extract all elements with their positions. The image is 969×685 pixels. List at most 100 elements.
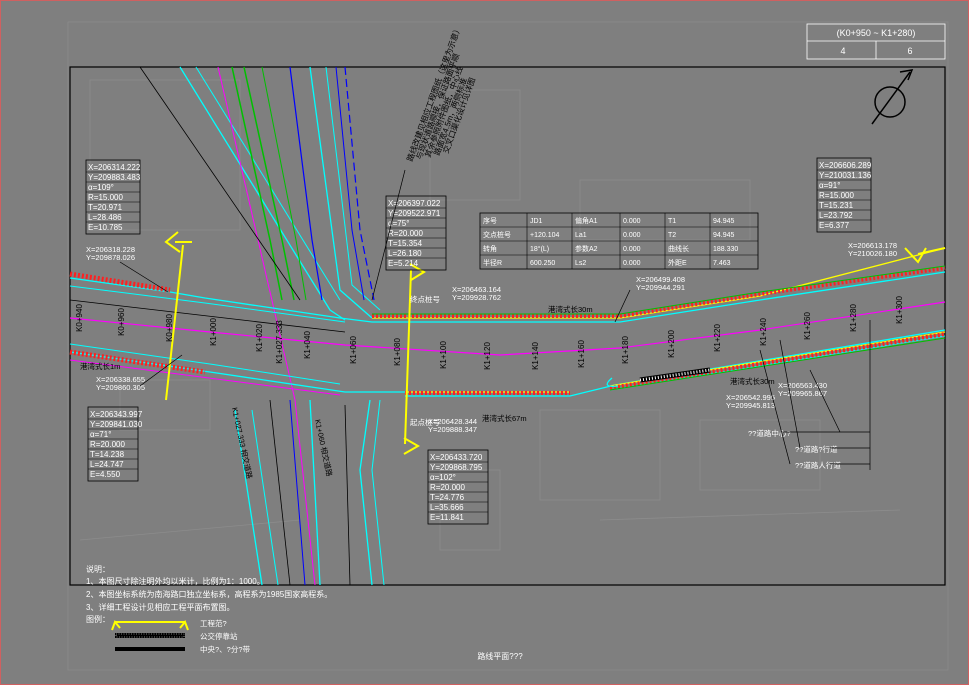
end-label: 终点桩号 bbox=[410, 294, 440, 304]
start-label: 起点桩号 bbox=[410, 417, 440, 427]
bus-bay-1-label: 港湾式长30m bbox=[548, 304, 593, 314]
north-arrow-icon bbox=[871, 69, 914, 125]
station-label: K1+240 bbox=[759, 318, 768, 346]
callout-line: E=5.214 bbox=[388, 259, 419, 268]
station-label: K0+960 bbox=[117, 308, 126, 336]
point-coordinate: Y=209944.291 bbox=[636, 283, 685, 292]
sheet-total: 6 bbox=[907, 46, 912, 56]
road-left-label: K1+027.333 相交道路 bbox=[230, 406, 255, 480]
point-coordinate: Y=209860.305 bbox=[96, 383, 145, 392]
table-cell: 18°(L) bbox=[530, 245, 549, 253]
table-cell: 7.463 bbox=[713, 260, 731, 267]
leader-lines bbox=[119, 169, 871, 470]
table-cell: La1 bbox=[575, 232, 587, 239]
leader-2: ??道路?行道 bbox=[795, 444, 838, 454]
table-cell: 0.000 bbox=[623, 246, 641, 253]
station-label: K0+940 bbox=[75, 304, 84, 332]
station-label: K1+180 bbox=[621, 336, 630, 364]
callout-line: T=24.776 bbox=[430, 493, 465, 502]
bus-bay-3-label: 港湾式长67m bbox=[482, 413, 527, 423]
title-block: (K0+950 ~ K1+280) 4 6 bbox=[806, 23, 946, 60]
station-label: K0+980 bbox=[165, 314, 174, 342]
station-label: K1+120 bbox=[483, 342, 492, 370]
callout-line: T=15.231 bbox=[819, 201, 854, 210]
cad-drawing: (K0+950 ~ K1+280) 4 6 K0+940 K0+960 K0+9… bbox=[0, 0, 969, 685]
callout-line: Y=209868.795 bbox=[430, 463, 483, 472]
main-road bbox=[69, 247, 946, 397]
callout-line: X=206314.222 bbox=[88, 163, 141, 172]
legend-item-2: 公交停靠站 bbox=[200, 631, 238, 641]
callout-line: Y=209841.030 bbox=[90, 420, 143, 429]
table-cell: 半径R bbox=[483, 258, 502, 267]
table-cell: 序号 bbox=[483, 216, 497, 225]
table-cell: 94.945 bbox=[713, 232, 735, 239]
callout-line: X=206433.720 bbox=[430, 453, 483, 462]
note-1: 1、本图尺寸除注明外均以米计，比例为1：1000。 bbox=[86, 576, 265, 586]
table-cell: T1 bbox=[668, 218, 676, 225]
point-coordinate: Y=209945.813 bbox=[726, 401, 775, 410]
station-label: K1+200 bbox=[667, 330, 676, 358]
road-right-label: K1+060 相交道路 bbox=[313, 418, 335, 477]
table-cell: 交点桩号 bbox=[483, 230, 511, 239]
table-cell: 外距E bbox=[668, 258, 687, 267]
paper-frame bbox=[67, 21, 949, 671]
point-coordinate: Y=210026.180 bbox=[848, 249, 897, 258]
vertical-note: 路线改建见相应工程图纸（这里为示意）与现状道路顺接，保证路面平顺其余参照附件图纸… bbox=[404, 24, 477, 163]
table-cell: 0.000 bbox=[623, 218, 641, 225]
leader-1: ??道路中心? bbox=[748, 428, 791, 438]
callout-line: X=206343.997 bbox=[90, 410, 143, 419]
point-coordinate: Y=209878.026 bbox=[86, 253, 135, 262]
callout-line: T=20.971 bbox=[88, 203, 123, 212]
table-cell: 0.000 bbox=[623, 232, 641, 239]
legend: 图例： 工程范? 公交停靠站 中央?、?分?带 bbox=[86, 614, 251, 654]
curve-table: 序号 JD1 偏角A1 0.000 T1 94.945 交点桩号 +120.104 La1 0.0… bbox=[479, 212, 759, 270]
point-coordinate: Y=209928.762 bbox=[452, 293, 501, 302]
station-range: (K0+950 ~ K1+280) bbox=[837, 28, 916, 38]
legend-heading: 图例： bbox=[86, 614, 110, 624]
callout-line: Y=209883.483 bbox=[88, 173, 141, 182]
station-label: K1+000 bbox=[209, 318, 218, 346]
station-label: K1+080 bbox=[393, 338, 402, 366]
callout-line: R=15.000 bbox=[819, 191, 854, 200]
ramp-1-label: 港湾式长1m bbox=[80, 361, 120, 371]
table-cell: 参数A2 bbox=[575, 244, 598, 253]
table-cell: +120.104 bbox=[530, 232, 559, 239]
callout-line: T=14.238 bbox=[90, 450, 125, 459]
note-2: 2、本图坐标系统为南海路口独立坐标系，高程系为1985国家高程系。 bbox=[86, 589, 332, 599]
callout-line: α=71° bbox=[90, 430, 111, 439]
leader-3: ??道路人行道 bbox=[795, 460, 841, 470]
station-label: K1+020 bbox=[255, 324, 264, 352]
table-cell: 188.330 bbox=[713, 246, 738, 253]
callout-line: E=10.785 bbox=[88, 223, 123, 232]
note-3: 3、详细工程设计见相应工程平面布置图。 bbox=[86, 602, 234, 612]
callout-line: α=109° bbox=[88, 183, 114, 192]
callout-line: L=24.747 bbox=[90, 460, 124, 469]
station-label: K1+260 bbox=[803, 312, 812, 340]
station-label: K1+027.333 bbox=[275, 320, 284, 364]
callout-line: α=91° bbox=[819, 181, 840, 190]
notes-heading: 说明： bbox=[86, 564, 110, 574]
table-cell: T2 bbox=[668, 232, 676, 239]
callout-line: L=26.180 bbox=[388, 249, 422, 258]
table-cell: 600.250 bbox=[530, 260, 555, 267]
callout-line: T=15.354 bbox=[388, 239, 423, 248]
callout-line: R=15.000 bbox=[88, 193, 123, 202]
sheet-no: 4 bbox=[840, 46, 845, 56]
callout-line: R=20.000 bbox=[430, 483, 465, 492]
table-cell: 0.000 bbox=[623, 260, 641, 267]
station-label: K1+140 bbox=[531, 342, 540, 370]
station-label: K1+220 bbox=[713, 324, 722, 352]
station-label: K1+300 bbox=[895, 296, 904, 324]
drawing-title: 路线平面??? bbox=[477, 651, 523, 661]
callout-line: L=28.486 bbox=[88, 213, 122, 222]
callout-line: Y=209522.971 bbox=[388, 209, 441, 218]
station-label: K1+060 bbox=[349, 336, 358, 364]
table-cell: Ls2 bbox=[575, 260, 586, 267]
legend-item-1: 工程范? bbox=[200, 618, 227, 628]
table-cell: JD1 bbox=[530, 218, 543, 225]
callout-line: E=4.550 bbox=[90, 470, 121, 479]
callout-line: L=35.666 bbox=[430, 503, 464, 512]
point-labels: X=206318.228Y=209878.026X=206338.655Y=20… bbox=[86, 241, 897, 434]
table-cell: 转角 bbox=[483, 244, 497, 253]
station-label: K1+160 bbox=[577, 340, 586, 368]
